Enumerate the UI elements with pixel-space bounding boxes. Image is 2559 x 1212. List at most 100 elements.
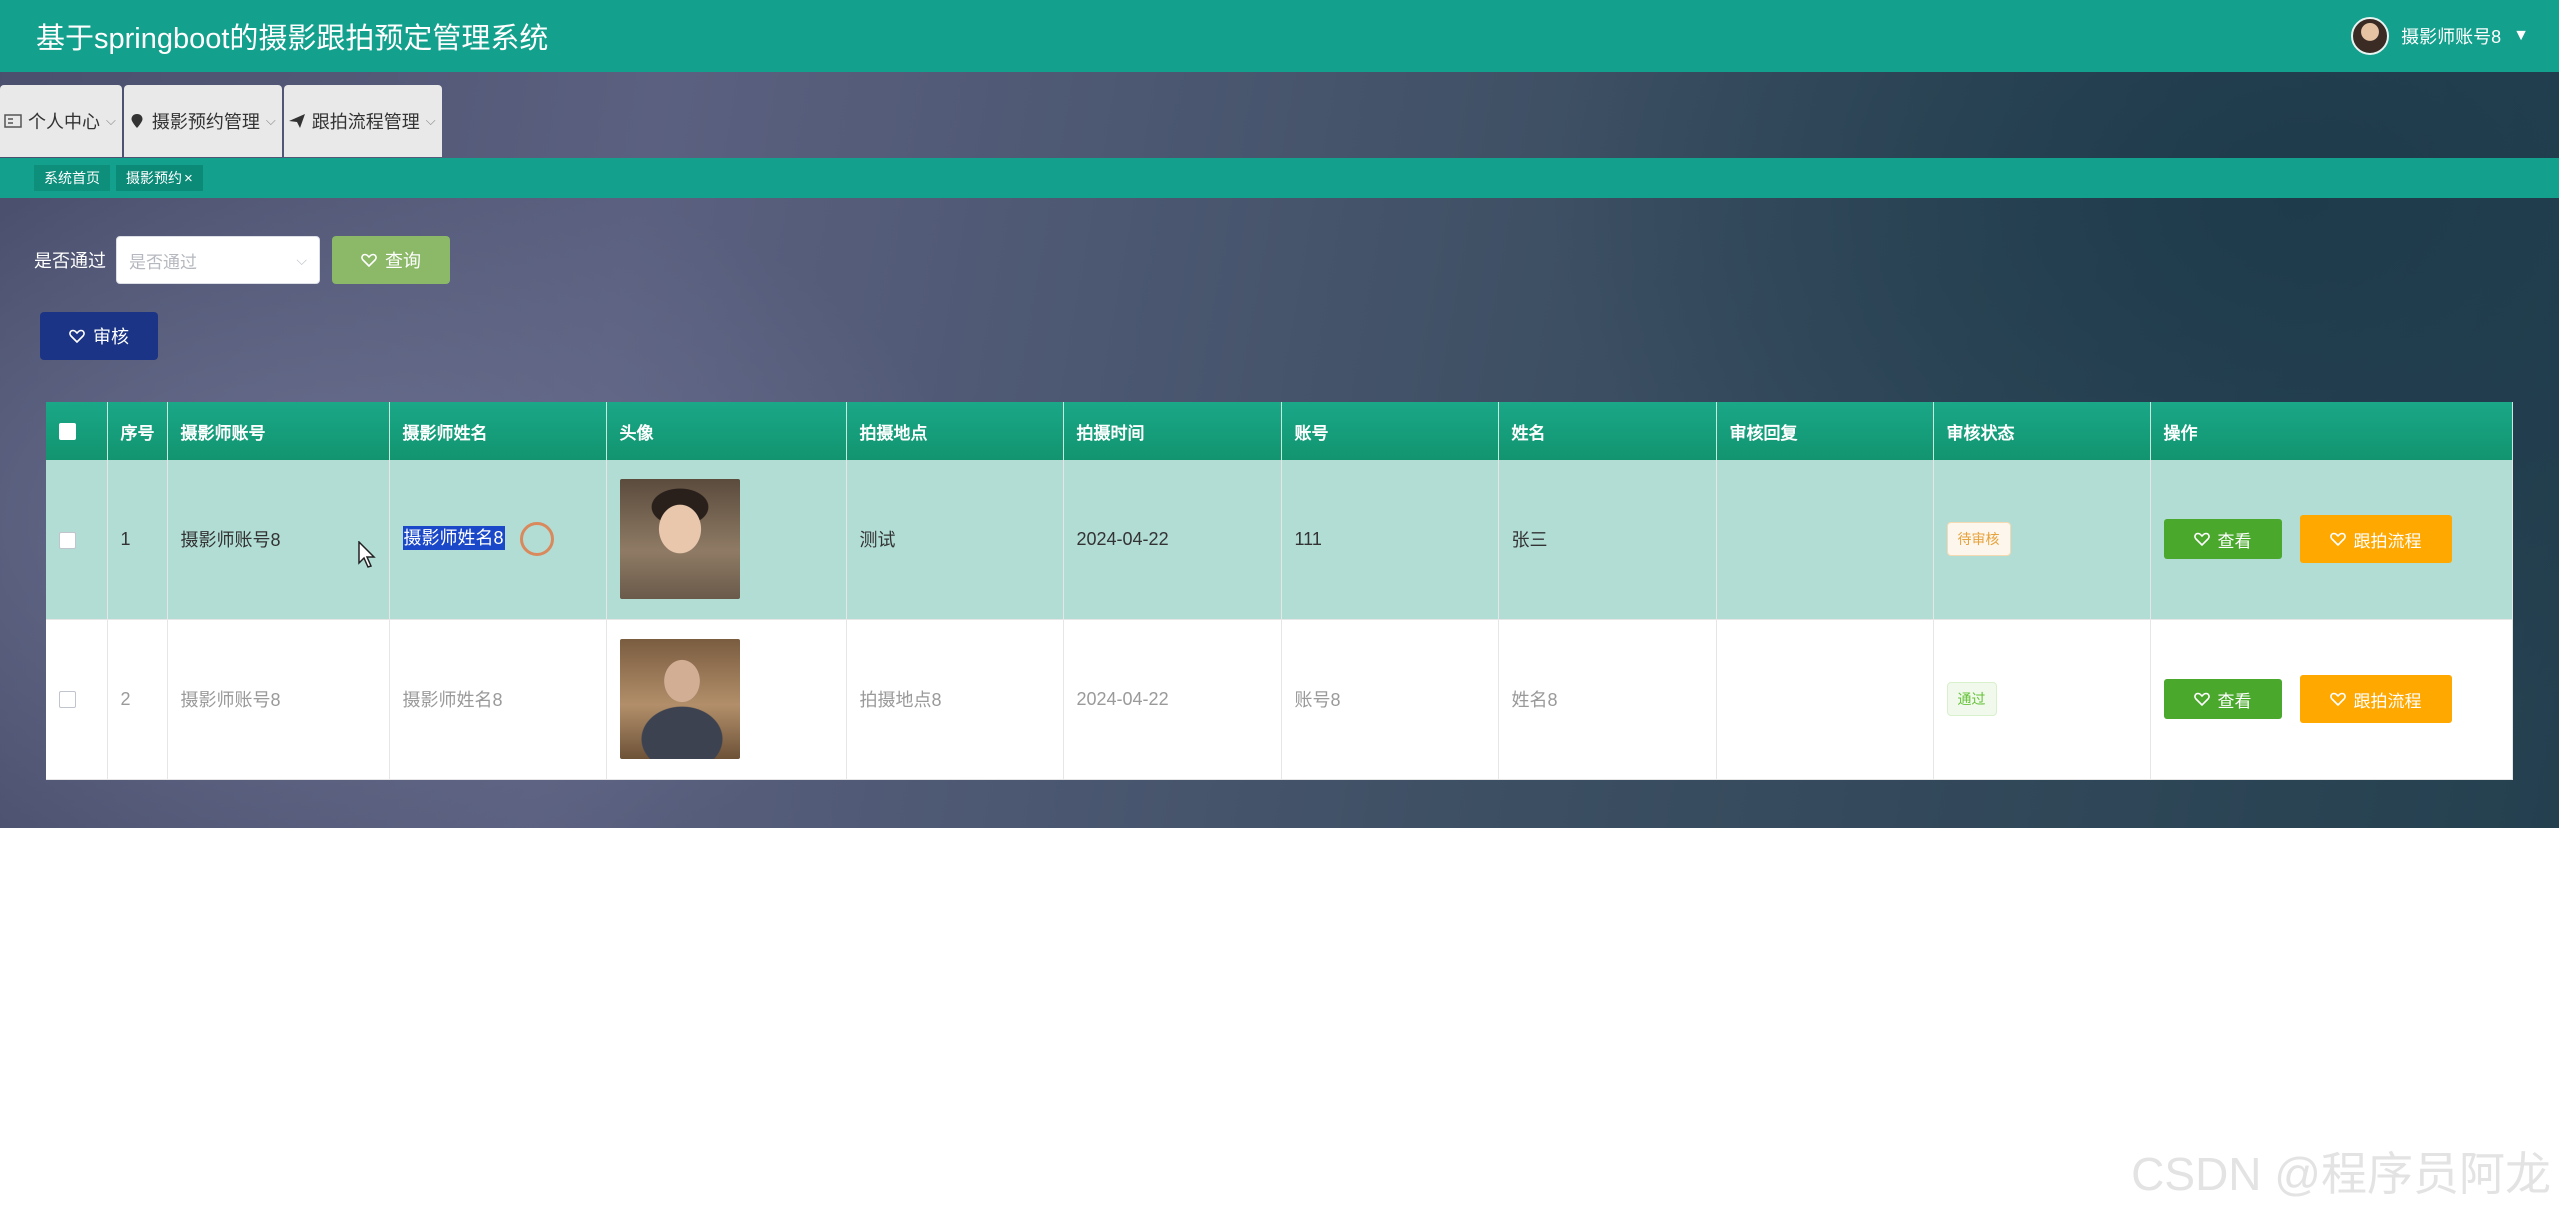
pin-icon [131,114,143,128]
column-header: 审核回复 [1716,402,1934,460]
cell-photographer-name: 摄影师姓名8 [389,619,607,780]
follow-flow-button[interactable]: 跟拍流程 [2299,515,2452,564]
column-header: 拍摄时间 [1063,402,1282,460]
heart-icon [2193,692,2210,707]
heart-icon [69,329,85,344]
row-select-cell [46,460,108,620]
column-header: 姓名 [1498,402,1717,460]
page: 基于springboot的摄影跟拍预定管理系统 摄影师账号8 ▼ 个人中心 ⌵ … [0,0,2559,1212]
audit-button[interactable]: 审核 [40,312,158,360]
status-badge: 待审核 [1946,522,2011,557]
query-button-label: 查询 [385,251,421,271]
select-placeholder: 是否通过 [129,252,197,272]
column-header: 摄影师账号 [167,402,390,460]
chevron-down-icon: ⌵ [106,113,116,128]
status-badge: 通过 [1946,682,1997,716]
heart-icon [2193,532,2210,547]
cell-location: 拍摄地点8 [846,619,1064,780]
tab-home[interactable]: 系统首页 [34,165,110,191]
select-all-checkbox[interactable] [59,423,76,441]
cell-time: 2024-04-22 [1063,460,1282,620]
cell-actions: 查看 跟拍流程 [2150,619,2513,780]
follow-flow-button-label: 跟拍流程 [2353,691,2422,711]
top-header: 基于springboot的摄影跟拍预定管理系统 摄影师账号8 ▼ [0,0,2559,72]
selected-text: 摄影师姓名8 [402,526,505,550]
column-header: 审核状态 [1933,402,2151,460]
heart-icon [2329,532,2346,547]
column-header: 操作 [2150,402,2513,460]
cell-account: 账号8 [1281,619,1499,780]
chevron-down-icon: ⌵ [425,113,436,128]
heart-icon [2329,692,2346,707]
view-button[interactable]: 查看 [2163,519,2282,560]
booking-table: 序号 摄影师账号 摄影师姓名 头像 拍摄地点 拍摄时间 账号 姓名 审核回复 审… [46,402,2513,780]
row-checkbox[interactable] [59,691,76,709]
menu-item-label: 跟拍流程管理 [311,112,420,132]
column-header: 头像 [606,402,847,460]
audit-button-label: 审核 [93,327,129,347]
column-header: 账号 [1281,402,1499,460]
follow-flow-button-label: 跟拍流程 [2353,531,2422,551]
menu-item-label: 个人中心 [28,112,100,132]
cell-account: 111 [1281,460,1499,620]
menu-item-flow-management[interactable]: 跟拍流程管理 ⌵ [283,85,442,157]
cell-avatar [606,619,847,780]
cell-location: 测试 [846,460,1064,620]
avatar-photo[interactable] [619,639,740,759]
main-menu: 个人中心 ⌵ 摄影预约管理 ⌵ 跟拍流程管理 ⌵ [0,85,442,157]
cell-reply [1716,460,1934,620]
table-header-row: 序号 摄影师账号 摄影师姓名 头像 拍摄地点 拍摄时间 账号 姓名 审核回复 审… [46,402,2513,460]
tab-bar: 系统首页 摄影预约 × [0,158,2559,198]
view-button[interactable]: 查看 [2163,679,2282,719]
app-title: 基于springboot的摄影跟拍预定管理系统 [36,23,549,55]
follow-flow-button[interactable]: 跟拍流程 [2299,675,2452,723]
column-header: 摄影师姓名 [389,402,607,460]
heart-icon [361,253,377,268]
cell-reply [1716,619,1934,780]
avatar-photo[interactable] [619,479,740,600]
tab-booking[interactable]: 摄影预约 × [116,165,203,191]
cell-status: 通过 [1933,619,2151,780]
cell-actions: 查看 跟拍流程 [2150,460,2513,620]
menu-item-personal-center[interactable]: 个人中心 ⌵ [0,85,122,157]
cell-photographer-account: 摄影师账号8 [167,619,390,780]
view-button-label: 查看 [2217,691,2252,711]
cell-photographer-account: 摄影师账号8 [167,460,390,620]
table-row[interactable]: 2 摄影师账号8 摄影师姓名8 拍摄地点8 2024-04-22 账号8 姓名8… [46,619,2513,780]
id-card-icon [4,114,22,128]
row-select-cell [46,619,108,780]
cell-status: 待审核 [1933,460,2151,620]
cell-avatar [606,460,847,620]
table-row[interactable]: 1 摄影师账号8 摄影师姓名8 测试 2024-04-22 111 张三 待审核 [46,460,2513,620]
close-icon[interactable]: × [184,170,193,187]
view-button-label: 查看 [2217,531,2252,551]
approval-select[interactable]: 是否通过 ⌵ [116,236,320,284]
click-indicator [519,522,554,557]
cell-name: 张三 [1498,460,1717,620]
cell-time: 2024-04-22 [1063,619,1282,780]
user-name: 摄影师账号8 [2401,27,2502,47]
filter-label: 是否通过 [34,251,106,271]
tab-label: 摄影预约 [126,170,182,186]
menu-item-label: 摄影预约管理 [151,112,260,132]
cell-index: 1 [107,460,168,620]
watermark: CSDN @程序员阿龙 [2131,1148,2551,1200]
chevron-down-icon: ⌵ [296,251,307,268]
menu-item-booking-management[interactable]: 摄影预约管理 ⌵ [123,85,282,157]
row-checkbox[interactable] [59,531,76,549]
cell-photographer-name: 摄影师姓名8 [389,460,607,620]
mouse-cursor-icon [358,541,376,568]
cell-name: 姓名8 [1498,619,1717,780]
query-button[interactable]: 查询 [332,236,450,284]
chevron-down-icon: ⌵ [265,113,276,128]
column-header: 序号 [107,402,168,460]
cell-index: 2 [107,619,168,780]
user-menu[interactable]: 摄影师账号8 ▼ [2351,17,2529,55]
caret-down-icon: ▼ [2513,27,2529,44]
select-all-cell [46,402,108,460]
paper-plane-icon [288,114,305,128]
avatar [2351,17,2390,55]
search-form: 是否通过 是否通过 ⌵ 查询 [34,236,450,284]
column-header: 拍摄地点 [846,402,1064,460]
tab-label: 系统首页 [44,170,100,186]
